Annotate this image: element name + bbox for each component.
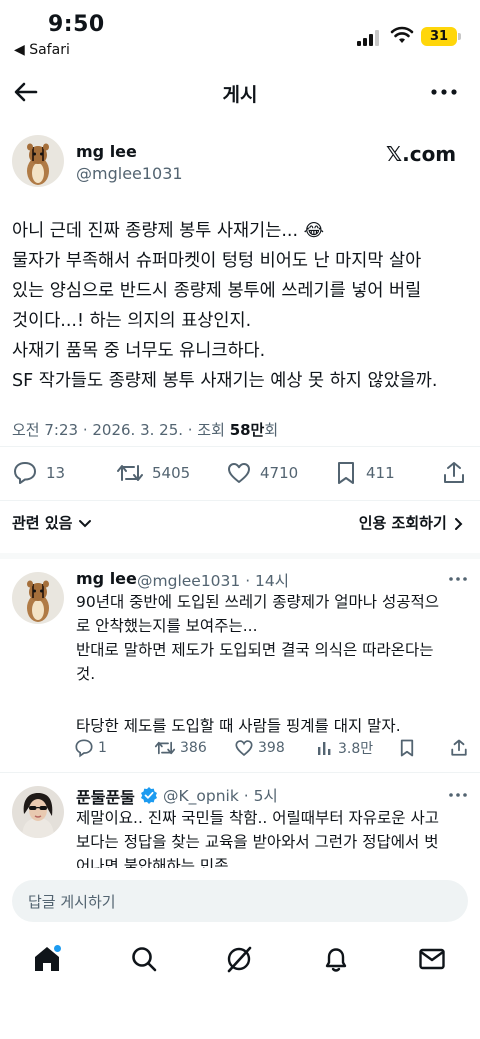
reply-count: 13: [46, 464, 66, 482]
reply-body: 제말이요.. 진짜 국민들 착함.. 어릴때부터 자유로운 사고 보다는 정답을…: [76, 806, 472, 868]
reply-body: 90년대 중반에 도입된 쓰레기 종량제가 얼마나 성공적으 로 안착했는지를 …: [76, 590, 472, 738]
share-icon: [451, 739, 467, 756]
bookmark-count: 411: [366, 464, 395, 482]
bookmark-icon: [338, 462, 354, 484]
post-timestamp: 오전 7:23 · 2026. 3. 25. · 조회: [12, 421, 230, 439]
reply-line: 보다는 정답을 찾는 교육을 받아와서 그런가 정답에서 벗: [76, 833, 439, 851]
repost-icon: [117, 465, 143, 481]
reply-more-icon[interactable]: [448, 572, 468, 586]
chevron-down-icon: [78, 519, 91, 527]
reply-author-name[interactable]: 푼둘푼둘: [76, 784, 135, 808]
reply-share-button[interactable]: [450, 738, 468, 758]
reply-bookmark-button[interactable]: [398, 738, 416, 758]
author-handle[interactable]: @mglee1031: [76, 164, 183, 183]
grok-icon[interactable]: [224, 944, 254, 974]
reply-icon: [14, 462, 36, 484]
cellular-signal-icon: [357, 30, 379, 46]
view-count-suffix: 회: [264, 421, 279, 439]
chevron-right-icon: [455, 517, 463, 530]
reply-repost-button[interactable]: 386: [154, 738, 207, 758]
reply-line: [76, 686, 472, 710]
author-name[interactable]: mg lee: [76, 142, 137, 161]
verified-badge-icon: [141, 787, 157, 804]
reply-avatar[interactable]: [12, 786, 64, 838]
post-line: SF 작가들도 종량제 봉투 사재기는 예상 못 하지 않았을까.: [12, 371, 438, 391]
post-metadata: 오전 7:23 · 2026. 3. 25. · 조회 58만회: [12, 419, 278, 440]
reply-like-count: 398: [258, 740, 285, 756]
views-chart-icon: [318, 742, 331, 755]
like-button[interactable]: 4710: [226, 460, 298, 486]
post-line: 물자가 부족해서 슈퍼마켓이 텅텅 비어도 난 마지막 살아: [12, 251, 422, 271]
view-quotes-link[interactable]: 인용 조회하기: [359, 512, 464, 533]
divider: [0, 500, 480, 501]
reply-repost-count: 386: [180, 740, 207, 756]
reply-reply-count: 1: [98, 740, 107, 756]
battery-indicator: 31: [421, 27, 457, 46]
x-com-label: 𝕏.com: [386, 142, 457, 166]
divider: [0, 446, 480, 447]
reply-compose-input[interactable]: 답글 게시하기: [12, 880, 468, 922]
reply-views-button[interactable]: 3.8만: [316, 738, 373, 758]
post-line: 사재기 품목 중 너무도 유니크하다.: [12, 341, 266, 361]
reply-view-count: 3.8만: [338, 741, 374, 757]
reply-line: 반대로 말하면 제도가 도입되면 결국 의식은 따라온다는: [76, 641, 434, 659]
chipmunk-avatar-image: [12, 572, 64, 624]
reply-like-button[interactable]: 398: [234, 738, 285, 758]
reply-line: 타당한 제도를 도입할 때 사람들 핑계를 대지 말자.: [76, 717, 401, 735]
reply-handle-time[interactable]: @mglee1031 · 14시: [137, 569, 289, 591]
related-label: 관련 있음: [12, 514, 73, 532]
status-bar: 9:50 ◀ Safari 31: [0, 0, 480, 66]
heart-icon: [228, 463, 250, 483]
bookmark-button[interactable]: 411: [334, 460, 395, 486]
reply-placeholder: 답글 게시하기: [28, 893, 116, 911]
home-notification-dot: [54, 945, 61, 952]
post-line: 있는 양심으로 반드시 종량제 봉투에 쓰레기를 넣어 버릴: [12, 281, 422, 301]
post-line: 것이다...! 하는 의지의 표상인지.: [12, 311, 252, 331]
related-toggle[interactable]: 관련 있음: [12, 512, 92, 533]
portrait-avatar-image: [12, 786, 64, 838]
page-title: 게시: [222, 84, 258, 106]
clock: 9:50: [48, 12, 105, 37]
more-options-icon[interactable]: [430, 78, 458, 106]
reply-button[interactable]: 13: [12, 460, 65, 486]
post-body: 아니 근데 진짜 종량제 봉투 사재기는... 😂 물자가 부족해서 슈퍼마켓이…: [12, 216, 474, 396]
post-line: 아니 근데 진짜 종량제 봉투 사재기는... 😂: [12, 221, 325, 241]
reply-author-name[interactable]: mg lee: [76, 569, 137, 588]
search-icon[interactable]: [129, 944, 159, 974]
section-separator: [0, 553, 480, 559]
reply-line: 제말이요.. 진짜 국민들 착함.. 어릴때부터 자유로운 사고: [76, 809, 439, 827]
share-button[interactable]: [442, 460, 466, 486]
reply-avatar[interactable]: [12, 572, 64, 624]
view-count: 58만: [229, 421, 265, 439]
reply-icon: [75, 739, 93, 758]
bookmark-icon: [400, 739, 414, 757]
bottom-tab-bar: [0, 932, 480, 1039]
repost-button[interactable]: 5405: [116, 460, 190, 486]
messages-envelope-icon[interactable]: [417, 944, 447, 974]
repost-icon: [154, 741, 176, 755]
reply-line: 어나면 불안해하는 민족: [76, 857, 229, 868]
reply-handle-time[interactable]: @K_opnik · 5시: [163, 784, 278, 806]
top-nav-bar: 게시: [0, 66, 480, 120]
divider: [0, 772, 480, 773]
notifications-bell-icon[interactable]: [321, 944, 351, 974]
back-to-safari-link[interactable]: ◀ Safari: [14, 42, 70, 58]
reply-more-icon[interactable]: [448, 788, 468, 802]
repost-count: 5405: [152, 464, 191, 482]
like-count: 4710: [260, 464, 299, 482]
battery-tip: [458, 33, 461, 40]
share-icon: [444, 462, 464, 483]
author-avatar[interactable]: [12, 135, 64, 187]
reply-line: 로 안착했는지를 보여주는...: [76, 617, 258, 635]
reply-action-bar: 1 386 398 3.8만: [74, 738, 470, 762]
reply-reply-button[interactable]: 1: [74, 738, 107, 758]
chipmunk-avatar-image: [12, 135, 64, 187]
reply-line: 것.: [76, 665, 96, 683]
reply-line: 90년대 중반에 도입된 쓰레기 종량제가 얼마나 성공적으: [76, 593, 440, 611]
quotes-label: 인용 조회하기: [358, 514, 447, 532]
post-action-bar: 13 5405 4710 411: [0, 456, 480, 492]
heart-icon: [235, 740, 253, 756]
battery-level: 31: [429, 29, 449, 44]
wifi-icon: [390, 26, 414, 43]
